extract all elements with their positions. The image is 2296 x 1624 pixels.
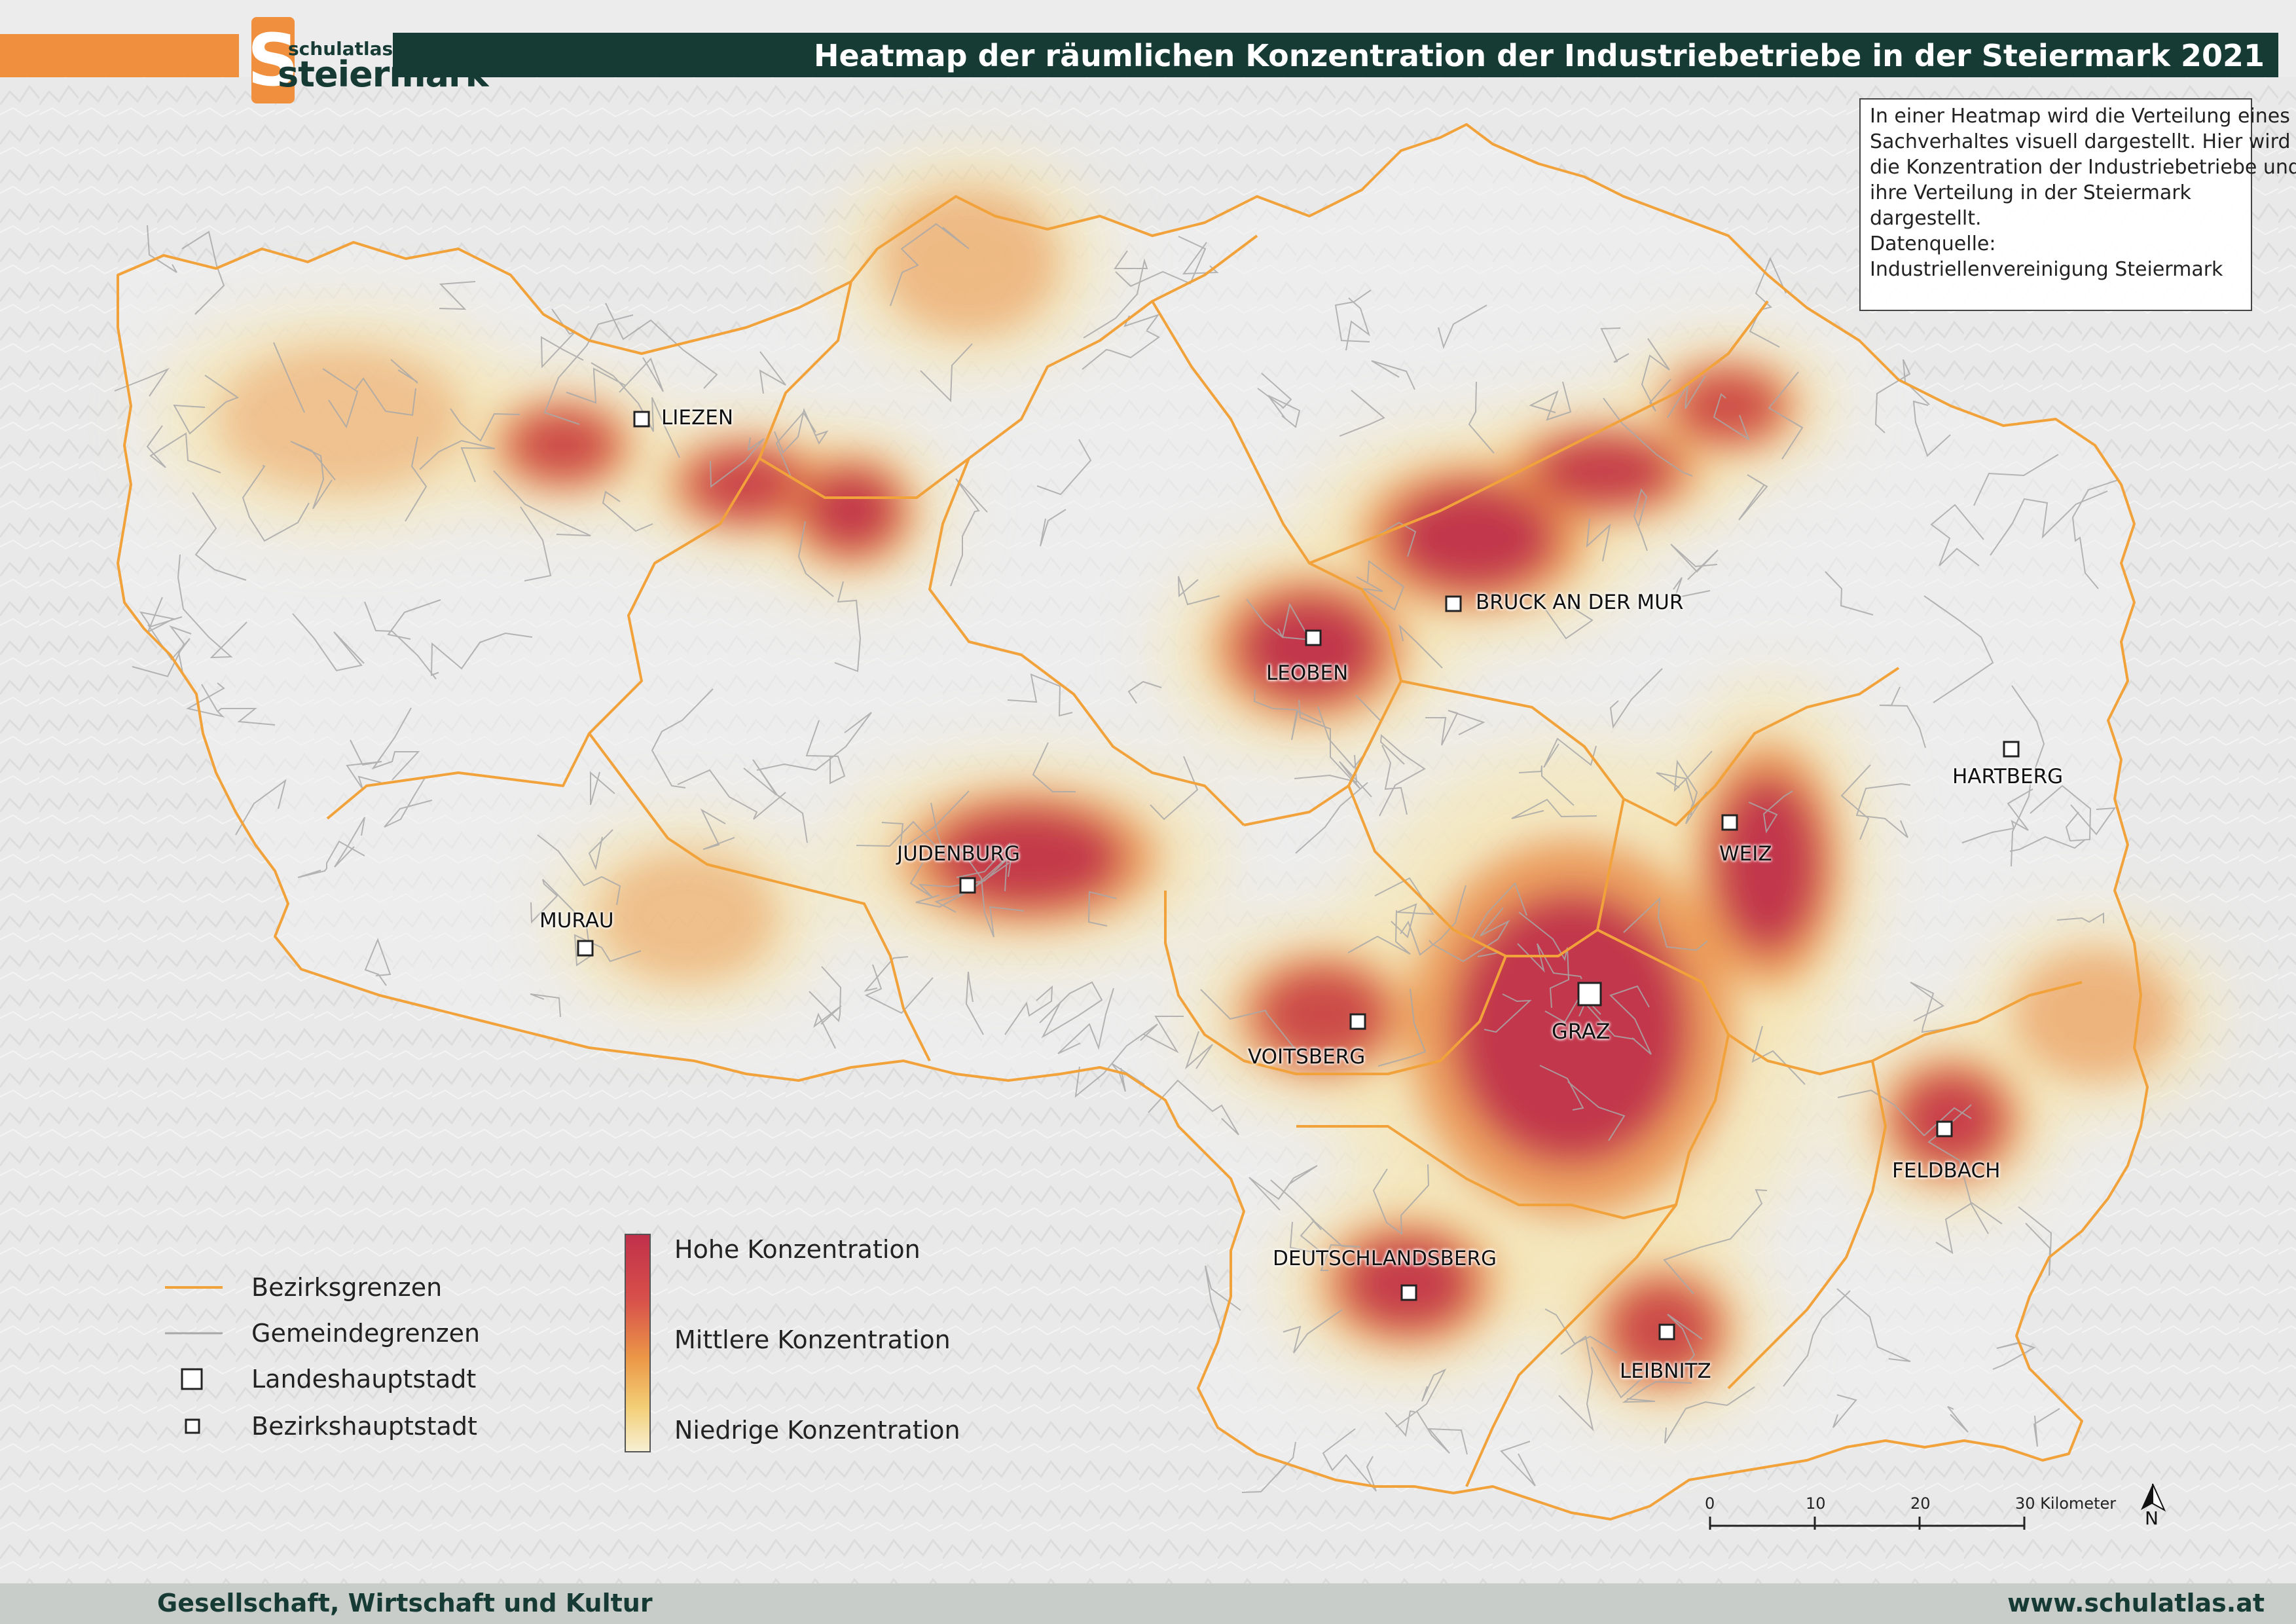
heat-mid [2013, 950, 2177, 1080]
city-label-hartberg: HARTBERG [1952, 765, 2064, 788]
heat-core [1533, 436, 1675, 507]
info-line: In einer Heatmap wird die Verteilung ein… [1870, 105, 2290, 128]
logo-word-steiermark: steiermark [278, 54, 489, 95]
scale-tick-20: 20 [1910, 1494, 1931, 1513]
schulatlas-logo[interactable]: S schulatlas steiermark [244, 14, 489, 106]
legend-landeshauptstadt-symbol [181, 1368, 203, 1390]
info-line: Industriellenvereinigung Steiermark [1870, 258, 2223, 281]
scale-tick-30: 30 Kilometer [2015, 1494, 2117, 1513]
info-line: dargestellt. [1870, 207, 1982, 230]
legend-bezirksgrenzen: Bezirksgrenzen [251, 1273, 443, 1302]
city-label-judenburg: JUDENBURG [897, 842, 1020, 866]
heat-mid [879, 188, 1059, 336]
bezirkshauptstadt-marker [1721, 814, 1738, 831]
footer-category: Gesellschaft, Wirtschaft und Kultur [157, 1589, 653, 1617]
legend-landeshauptstadt: Landeshauptstadt [251, 1365, 477, 1393]
city-label-graz: GRAZ [1552, 1019, 1611, 1044]
city-label-murau: MURAU [539, 909, 614, 932]
scale-tick-10: 10 [1806, 1494, 1826, 1513]
legend-bezirkshauptstadt: Bezirkshauptstadt [251, 1412, 477, 1441]
heat-core [804, 470, 898, 552]
bezirkshauptstadt-marker [1658, 1323, 1675, 1340]
city-label-feldbach: FELDBACH [1892, 1159, 2001, 1183]
legend-niedrig: Niedrige Konzentration [674, 1416, 960, 1445]
bezirkshauptstadt-marker [1349, 1013, 1366, 1030]
city-label-leoben: LEOBEN [1266, 661, 1349, 685]
page-title: Heatmap der räumlichen Konzentration der… [813, 38, 2265, 73]
legend-mittel: Mittlere Konzentration [674, 1325, 951, 1354]
info-line: ihre Verteilung in der Steiermark [1870, 181, 2191, 204]
info-line: Datenquelle: [1870, 232, 1996, 255]
footer-website-link[interactable]: www.schulatlas.at [2007, 1589, 2265, 1617]
bezirkshauptstadt-marker [1400, 1284, 1417, 1301]
scale-tick-0: 0 [1705, 1494, 1715, 1513]
legend-hoch: Hohe Konzentration [674, 1235, 920, 1264]
city-label-liezen: LIEZEN [661, 406, 734, 430]
legend-bezirkshauptstadt-symbol [185, 1418, 200, 1434]
map-page: Heatmap der räumlichen Konzentration der… [0, 0, 2296, 1624]
city-label-leibnitz: LEIBNITZ [1620, 1359, 1711, 1383]
header-orange-bar [0, 34, 239, 77]
bezirkshauptstadt-marker [633, 411, 650, 428]
heat-core [1898, 1073, 2004, 1167]
heat-core [1239, 595, 1380, 701]
bezirkshauptstadt-marker [959, 877, 976, 894]
bezirkshauptstadt-marker [577, 940, 594, 957]
north-label: N [2145, 1507, 2159, 1529]
bezirkshauptstadt-marker [1305, 629, 1322, 646]
city-label-voitsberg: VOITSBERG [1248, 1045, 1366, 1069]
legend-gemeindegrenzen: Gemeindegrenzen [251, 1319, 481, 1348]
info-line: Sachverhaltes visuell dargestellt. Hier … [1870, 130, 2291, 153]
info-box: In einer Heatmap wird die Verteilung ein… [1859, 98, 2296, 311]
bezirkshauptstadt-marker [2003, 741, 2020, 758]
city-label-weiz: WEIZ [1719, 842, 1772, 866]
landeshauptstadt-marker [1577, 982, 1602, 1006]
concentration-colorbar [625, 1234, 651, 1452]
heat-core [510, 410, 616, 481]
city-label-bruck: BRUCK AN DER MUR [1476, 591, 1684, 614]
heat-mid [597, 851, 778, 982]
bezirkshauptstadt-marker [1936, 1120, 1953, 1137]
info-line: die Konzentration der Industriebetriebe … [1870, 156, 2296, 179]
city-label-deutschlandsberg: DEUTSCHLANDSBERG [1273, 1247, 1497, 1270]
bezirkshauptstadt-marker [1445, 595, 1462, 612]
